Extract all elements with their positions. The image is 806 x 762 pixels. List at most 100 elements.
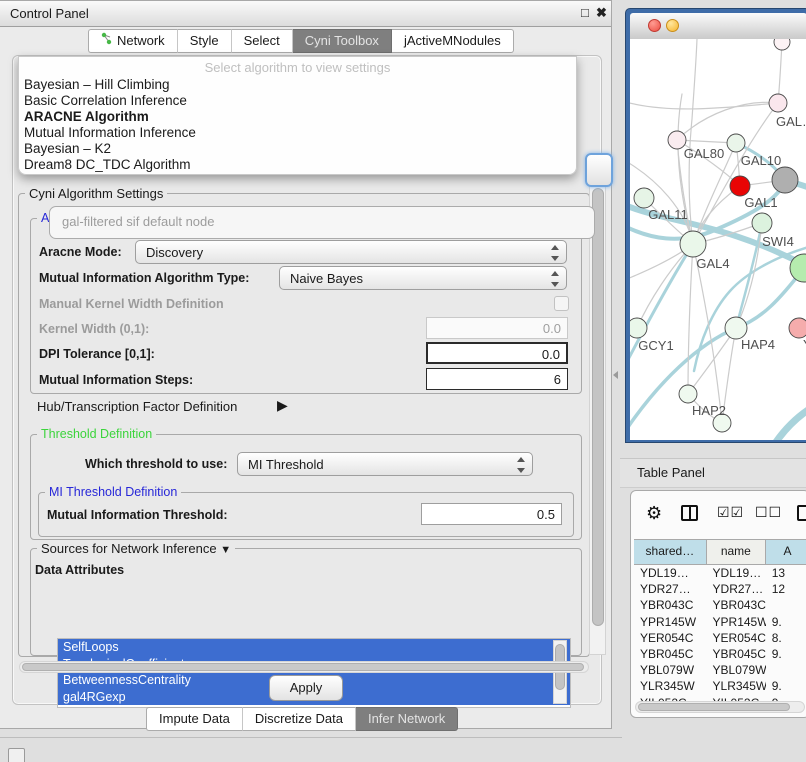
column-header-0[interactable]: shared…: [634, 540, 707, 564]
sources-label[interactable]: Sources for Network Inference ▼: [37, 542, 235, 557]
table-cell: 9.: [766, 646, 806, 662]
collapse-down-icon[interactable]: ▼: [220, 544, 231, 556]
table-header-row[interactable]: shared…nameA: [634, 539, 806, 565]
network-node-gray-node[interactable]: [772, 167, 798, 193]
node-label-GAL80: GAL80: [684, 146, 724, 161]
float-window-icon[interactable]: □: [581, 5, 589, 20]
expand-right-icon[interactable]: ▶: [277, 397, 288, 414]
table-cell: YPR145W: [634, 614, 707, 630]
kernel-width-field[interactable]: 0.0: [426, 317, 568, 339]
mi-steps-field[interactable]: 6: [426, 368, 568, 390]
partial-toolbar-icon[interactable]: [797, 505, 806, 521]
table-row[interactable]: YDR27…YDR27…12: [634, 581, 806, 597]
bottom-divider: [0, 737, 622, 738]
node-label-GAL4: GAL4: [696, 256, 729, 271]
splitter-arrow-icon[interactable]: [613, 371, 618, 379]
close-window-icon[interactable]: ✖: [596, 5, 607, 21]
network-node-Y-node[interactable]: [789, 318, 806, 338]
bottom-tab-infer-network[interactable]: Infer Network: [356, 707, 458, 731]
settings-vscrollbar[interactable]: [589, 183, 606, 655]
table-row[interactable]: YPR145WYPR145W9.: [634, 614, 806, 630]
table-cell: YDL19…: [707, 565, 766, 581]
popup-item-5[interactable]: Dream8 DC_TDC Algorithm: [24, 157, 191, 172]
aracne-mode-label: Aracne Mode:: [39, 245, 122, 259]
partial-checkbox-icon[interactable]: [8, 748, 25, 762]
table-row[interactable]: YER054CYER054C8.: [634, 630, 806, 646]
table-hscrollbar[interactable]: [635, 701, 805, 713]
mi-threshold-field[interactable]: 0.5: [421, 503, 562, 525]
popup-item-2[interactable]: ARACNE Algorithm: [24, 109, 149, 124]
bottom-tab-discretize-data[interactable]: Discretize Data: [243, 707, 356, 731]
zoom-light-icon[interactable]: [684, 19, 697, 32]
tab-cyni-toolbox[interactable]: Cyni Toolbox: [293, 29, 392, 53]
popup-item-4[interactable]: Bayesian – K2: [24, 141, 111, 156]
table-cell: 9.: [766, 678, 806, 694]
network-node-GAL2[interactable]: [769, 94, 787, 112]
mi-threshold-definition-label: MI Threshold Definition: [45, 486, 181, 499]
network-node-GAL4[interactable]: [680, 231, 706, 257]
table-cell: YBR045C: [634, 646, 707, 662]
node-label-SWI4: SWI4: [762, 234, 794, 249]
settings-hscrollbar[interactable]: [19, 661, 589, 673]
network-node-HAP2[interactable]: [679, 385, 697, 403]
which-threshold-label: Which threshold to use:: [85, 457, 227, 471]
network-node-GAL11[interactable]: [634, 188, 654, 208]
network-node-HAP4[interactable]: [725, 317, 747, 339]
tab-label: Select: [244, 30, 280, 52]
network-node-GCY1[interactable]: [630, 318, 647, 338]
threshold-definition-label: Threshold Definition: [37, 428, 156, 441]
unchecked-boxes-icon[interactable]: ☐☐: [755, 504, 782, 521]
aracne-mode-value: Discovery: [146, 245, 203, 260]
minimize-light-icon[interactable]: [666, 19, 679, 32]
inference-algorithm-combo-fragment[interactable]: [585, 153, 613, 187]
close-light-icon[interactable]: [648, 19, 661, 32]
tab-label: jActiveMNodules: [404, 30, 501, 52]
which-threshold-combo[interactable]: MI Threshold: [237, 452, 533, 476]
column-header-1[interactable]: name: [707, 540, 766, 564]
tab-jactivemnodules[interactable]: jActiveMNodules: [392, 29, 514, 53]
mi-algorithm-type-value: Naive Bayes: [290, 271, 363, 286]
gear-icon[interactable]: ⚙: [646, 503, 662, 524]
node-table[interactable]: shared…nameA YDL19…YDL19…13YDR27…YDR27…1…: [634, 539, 806, 705]
network-window-titlebar[interactable]: [630, 13, 806, 40]
table-cell: [766, 662, 806, 678]
tab-network[interactable]: Network: [88, 29, 178, 53]
table-cell: 12: [766, 581, 806, 597]
tab-select[interactable]: Select: [232, 29, 293, 53]
table-row[interactable]: YLR345WYLR345W9.: [634, 678, 806, 694]
hub-definition-label[interactable]: Hub/Transcription Factor Definition: [37, 399, 237, 414]
table-cell: YBR043C: [707, 597, 766, 613]
apply-button[interactable]: Apply: [269, 675, 343, 701]
mi-algorithm-type-label: Mutual Information Algorithm Type:: [39, 271, 249, 285]
bottom-tab-impute-data[interactable]: Impute Data: [146, 707, 243, 731]
mi-algorithm-type-combo[interactable]: Naive Bayes: [279, 266, 567, 290]
network-canvas[interactable]: GAL…GAL80GAL10GAL1GAL11SWI4GAL4GCY1HAP4Y…: [630, 39, 806, 440]
network-node-top-node[interactable]: [774, 39, 790, 50]
tab-style[interactable]: Style: [178, 29, 232, 53]
network-node-GAL1[interactable]: [752, 213, 772, 233]
attribute-item-SelfLoops[interactable]: SelfLoops: [58, 639, 570, 656]
popup-placeholder: Select algorithm to view settings: [19, 60, 576, 75]
network-selector-combo[interactable]: gal-filtered sif default node: [49, 206, 595, 239]
control-panel-titlebar[interactable]: Control Panel □ ✖: [0, 1, 611, 27]
table-cell: YLR345W: [707, 678, 766, 694]
table-cell: YER054C: [634, 630, 707, 646]
table-row[interactable]: YBR043CYBR043C: [634, 597, 806, 613]
table-body[interactable]: YDL19…YDL19…13YDR27…YDR27…12YBR043CYBR04…: [634, 565, 806, 705]
column-header-2[interactable]: A: [766, 540, 806, 564]
table-row[interactable]: YDL19…YDL19…13: [634, 565, 806, 581]
manual-kernel-checkbox[interactable]: [554, 296, 569, 311]
tab-label: Impute Data: [159, 708, 230, 730]
popup-item-1[interactable]: Basic Correlation Inference: [24, 93, 187, 108]
dpi-tolerance-field[interactable]: 0.0: [426, 342, 568, 364]
popup-item-3[interactable]: Mutual Information Inference: [24, 125, 196, 140]
columns-icon[interactable]: [681, 505, 698, 521]
network-node-GAL10[interactable]: [727, 134, 745, 152]
table-row[interactable]: YBR045CYBR045C9.: [634, 646, 806, 662]
table-row[interactable]: YBL079WYBL079W: [634, 662, 806, 678]
checked-boxes-icon[interactable]: ☑☑: [717, 504, 744, 521]
popup-item-0[interactable]: Bayesian – Hill Climbing: [24, 77, 170, 92]
aracne-mode-combo[interactable]: Discovery: [135, 240, 567, 264]
bottom-tab-bar: Impute Data Discretize DataInfer Network: [146, 707, 458, 731]
network-node-red-node[interactable]: [730, 176, 750, 196]
